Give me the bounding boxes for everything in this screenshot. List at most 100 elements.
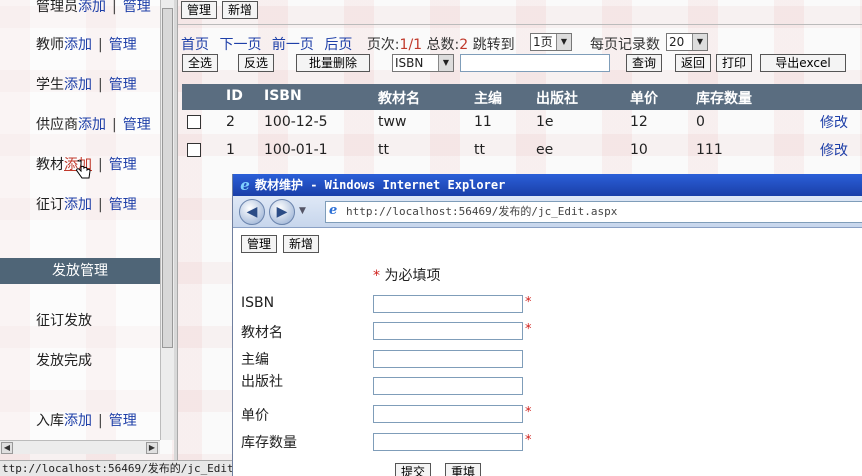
sidebar-horizontal-scrollbar[interactable]: ◀ ▶: [0, 440, 160, 454]
search-field-select[interactable]: ISBN ▼: [392, 54, 454, 72]
total-value: 2: [459, 37, 469, 53]
popup-title-bar[interactable]: 教材维护 - Windows Internet Explorer: [233, 174, 862, 196]
required-note: * 为必填项: [373, 268, 441, 284]
prev-page-link[interactable]: 前一页: [272, 37, 314, 53]
publisher-field[interactable]: [373, 377, 523, 395]
pager: 首页 下一页 前一页 后页 页次:1/1 总数:2 跳转到: [181, 37, 515, 53]
price-field[interactable]: [373, 405, 523, 423]
page-value: 1/1: [399, 37, 423, 53]
col-stock[interactable]: 库存数量: [696, 88, 752, 108]
sidebar-link-issue[interactable]: 征订发放: [36, 310, 92, 330]
required-mark: *: [525, 295, 532, 310]
back-arrow-icon[interactable]: ◀: [239, 199, 265, 225]
reset-button[interactable]: 重填: [445, 463, 481, 476]
required-mark: *: [525, 322, 532, 337]
subscription-add-link[interactable]: 添加: [64, 197, 92, 213]
status-bar: ttp://localhost:56469/发布的/jc_Edit.as: [0, 460, 232, 476]
chevron-down-icon: ▼: [438, 55, 453, 71]
manage-button[interactable]: 管理: [181, 1, 217, 19]
per-page-label: 每页记录数: [590, 37, 660, 53]
edit-link[interactable]: 修改: [820, 140, 848, 160]
admin-add-link[interactable]: 添加: [78, 0, 106, 15]
chevron-down-icon: ▼: [556, 34, 571, 50]
admin-manage-link[interactable]: 管理: [123, 0, 151, 15]
col-publisher[interactable]: 出版社: [536, 88, 578, 108]
chevron-down-icon: ▼: [692, 34, 707, 50]
stock-label: 库存数量: [241, 435, 297, 451]
edit-link[interactable]: 修改: [820, 112, 848, 132]
jump-page-select[interactable]: 1页 ▼: [530, 33, 572, 51]
name-label: 教材名: [241, 325, 283, 341]
popup-manage-button[interactable]: 管理: [241, 235, 277, 253]
invert-selection-button[interactable]: 反选: [238, 54, 274, 72]
history-dropdown-icon[interactable]: ▼: [299, 206, 309, 216]
address-bar[interactable]: http://localhost:56469/发布的/jc_Edit.aspx: [325, 201, 862, 223]
required-mark: *: [525, 405, 532, 420]
forward-arrow-icon[interactable]: ▶: [269, 199, 295, 225]
editor-field[interactable]: [373, 350, 523, 368]
sidebar-item-teacher: 教师添加 | 管理: [36, 37, 137, 53]
ie-logo-icon: e: [240, 176, 250, 194]
price-label: 单价: [241, 408, 269, 424]
sidebar-scroll-thumb[interactable]: [162, 8, 173, 348]
submit-button[interactable]: 提交: [395, 463, 431, 476]
sidebar: 管理员添加 | 管理 教师添加 | 管理 学生添加 | 管理 供应商添加 | 管理 教材添加 | 管…: [0, 0, 160, 440]
per-page-select[interactable]: 20 ▼: [666, 33, 708, 51]
table-row: 2 100-12-5 tww 11 1e 12 0 修改: [182, 112, 862, 132]
col-isbn[interactable]: ISBN: [264, 88, 302, 104]
sidebar-item-supplier: 供应商添加 | 管理: [36, 117, 151, 133]
export-excel-button[interactable]: 导出excel: [760, 54, 846, 72]
popup-add-button[interactable]: 新增: [283, 235, 319, 253]
popup-nav-bar: ◀ ▶ ▼ http://localhost:56469/发布的/jc_Edit…: [233, 196, 862, 228]
popup-content: 管理 新增 * 为必填项 ISBN * 教材名 * 主编 出版社 单价 * 库存…: [233, 229, 862, 476]
editor-label: 主编: [241, 352, 269, 368]
teacher-add-link[interactable]: 添加: [64, 37, 92, 53]
required-mark: *: [525, 433, 532, 448]
supplier-add-link[interactable]: 添加: [78, 117, 106, 133]
textbook-manage-link[interactable]: 管理: [109, 157, 137, 173]
last-page-link[interactable]: 后页: [324, 37, 352, 53]
first-page-link[interactable]: 首页: [181, 37, 209, 53]
sidebar-item-stock-in: 入库添加 | 管理: [36, 413, 137, 429]
table-row: 1 100-01-1 tt tt ee 10 111 修改: [182, 140, 862, 160]
col-price[interactable]: 单价: [630, 88, 658, 108]
page-icon: e: [329, 203, 338, 218]
section-header-distribution[interactable]: 发放管理: [0, 258, 160, 284]
sidebar-item-subscription: 征订添加 | 管理: [36, 197, 137, 213]
publisher-label: 出版社: [241, 374, 283, 390]
add-button[interactable]: 新增: [222, 1, 258, 19]
query-button[interactable]: 查询: [626, 54, 662, 72]
select-all-button[interactable]: 全选: [182, 54, 218, 72]
col-name[interactable]: 教材名: [378, 88, 420, 108]
supplier-manage-link[interactable]: 管理: [123, 117, 151, 133]
student-manage-link[interactable]: 管理: [109, 77, 137, 93]
sidebar-item-admin: 管理员添加 | 管理: [36, 0, 151, 15]
grid-header: ID ISBN 教材名 主编 出版社 单价 库存数量: [182, 84, 862, 110]
batch-delete-button[interactable]: 批量删除: [296, 54, 370, 72]
toolbar-divider: [178, 24, 862, 25]
next-page-link[interactable]: 下一页: [219, 37, 261, 53]
frame-divider[interactable]: [174, 0, 178, 476]
back-button[interactable]: 返回: [675, 54, 711, 72]
row-checkbox[interactable]: [187, 115, 201, 129]
search-input[interactable]: [460, 54, 610, 72]
isbn-field[interactable]: [373, 295, 523, 313]
col-editor[interactable]: 主编: [474, 88, 502, 108]
teacher-manage-link[interactable]: 管理: [109, 37, 137, 53]
scroll-left-icon[interactable]: ◀: [1, 442, 13, 454]
row-checkbox[interactable]: [187, 143, 201, 157]
sidebar-item-student: 学生添加 | 管理: [36, 77, 137, 93]
stock-field[interactable]: [373, 433, 523, 451]
subscription-manage-link[interactable]: 管理: [109, 197, 137, 213]
hand-cursor-icon: [76, 160, 91, 179]
sidebar-link-issue-complete[interactable]: 发放完成: [36, 350, 92, 370]
stock-in-manage-link[interactable]: 管理: [109, 413, 137, 429]
student-add-link[interactable]: 添加: [64, 77, 92, 93]
col-id[interactable]: ID: [226, 88, 243, 104]
scroll-right-icon[interactable]: ▶: [146, 442, 158, 454]
popup-window: 教材维护 - Windows Internet Explorer e ◀ ▶ ▼…: [232, 174, 862, 476]
isbn-label: ISBN: [241, 295, 275, 311]
name-field[interactable]: [373, 322, 523, 340]
stock-in-add-link[interactable]: 添加: [64, 413, 92, 429]
print-button[interactable]: 打印: [716, 54, 752, 72]
